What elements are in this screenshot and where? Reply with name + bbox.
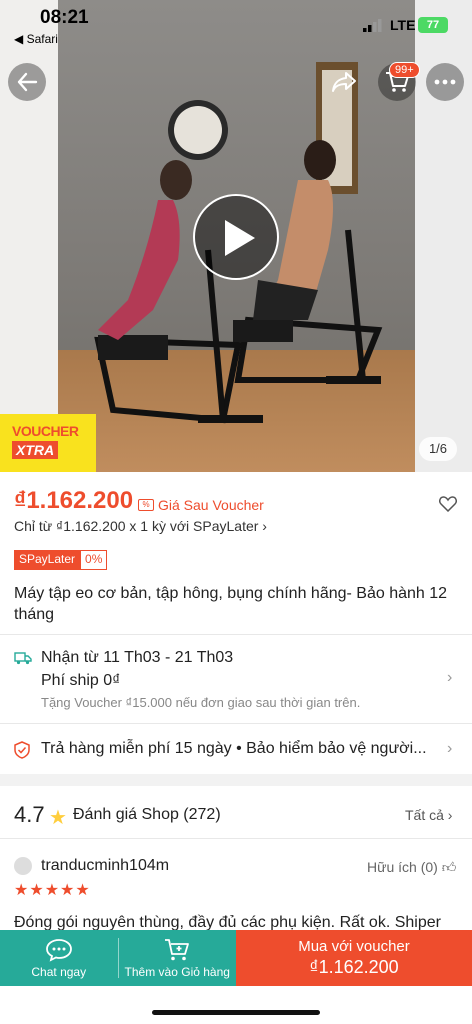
spaylater-badge: SPayLater 0% — [14, 550, 108, 570]
thumbs-up-icon: 👍︎ — [441, 859, 457, 875]
installment-link[interactable]: Chỉ từ ₫1.162.200 x 1 kỳ với SPayLater › — [14, 518, 267, 534]
back-to-app-link[interactable]: ◀ Safari — [14, 32, 58, 46]
chevron-right-icon: › — [447, 669, 453, 686]
more-icon — [434, 79, 456, 85]
more-options-button[interactable] — [426, 63, 464, 101]
chevron-right-icon: › — [447, 740, 453, 757]
product-title: Máy tập eo cơ bản, tập hông, bụng chính … — [14, 585, 448, 623]
chat-button[interactable]: Chat ngay — [0, 930, 118, 986]
reviewer-name: tranducminh104m — [41, 857, 170, 874]
share-icon — [332, 72, 356, 92]
home-indicator[interactable] — [152, 1010, 320, 1015]
shop-rating-label: Đánh giá Shop (272) — [73, 806, 221, 823]
secondary-actions: Chat ngay Thêm vào Giỏ hàng — [0, 930, 236, 986]
price-after-voucher-label: % Giá Sau Voucher — [138, 497, 264, 513]
add-to-cart-button[interactable]: Thêm vào Giỏ hàng — [119, 930, 237, 986]
section-separator — [0, 774, 472, 786]
voucher-tag-icon: % — [138, 499, 154, 511]
guarantee-text: Trả hàng miễn phí 15 ngày • Bảo hiểm bảo… — [41, 740, 427, 757]
add-cart-icon — [165, 938, 190, 960]
status-time: 08:21 — [40, 7, 89, 28]
chat-icon — [45, 938, 72, 962]
shop-rating-score: 4.7 — [14, 802, 45, 827]
see-all-reviews-link[interactable]: Tất cả › — [405, 807, 452, 823]
play-icon — [225, 220, 255, 256]
price-label-text: Giá Sau Voucher — [158, 497, 264, 513]
buy-price: ₫1.162.200 — [309, 957, 399, 977]
battery-indicator: 77 — [418, 17, 448, 33]
buy-label: Mua với voucher — [298, 938, 410, 955]
add-cart-label: Thêm vào Giỏ hàng — [124, 964, 230, 979]
late-delivery-voucher-note: Tặng Voucher ₫15.000 nếu đơn giao sau th… — [41, 695, 361, 710]
product-price: ₫1.162.200 — [14, 487, 134, 514]
reviewer-avatar — [14, 857, 32, 875]
helpful-button[interactable]: Hữu ích (0) 👍︎ — [367, 859, 456, 876]
share-button[interactable] — [325, 63, 363, 101]
shipping-fee: Phí ship 0₫ — [41, 672, 121, 689]
voucher-xtra-badge: VOUCHER XTRA — [0, 414, 96, 472]
wishlist-button[interactable] — [439, 496, 457, 517]
image-page-counter: 1/6 — [419, 437, 457, 461]
xtra-label: XTRA — [12, 441, 59, 459]
truck-icon — [14, 652, 32, 665]
star-icon: ★ — [49, 807, 67, 829]
shield-icon — [14, 741, 30, 759]
review-stars: ★★★★★ — [14, 882, 91, 899]
chat-label: Chat ngay — [31, 964, 87, 979]
helpful-label: Hữu ích (0) — [367, 859, 438, 875]
spaylater-rate: 0% — [80, 550, 108, 570]
play-video-button[interactable] — [193, 194, 279, 280]
status-bar: 08:21 ◀ Safari LTE 77 — [0, 0, 472, 50]
divider — [0, 838, 472, 839]
spaylater-name: SPayLater — [14, 550, 81, 570]
buy-with-voucher-button[interactable]: Mua với voucher ₫1.162.200 — [236, 930, 472, 986]
divider — [0, 634, 472, 635]
network-type: LTE — [390, 17, 416, 33]
back-button[interactable] — [8, 63, 46, 101]
cart-count-badge: 99+ — [389, 62, 420, 78]
voucher-label: VOUCHER — [12, 423, 79, 439]
delivery-date: Nhận từ 11 Th03 - 21 Th03 — [41, 649, 234, 666]
back-arrow-icon — [17, 72, 38, 92]
signal-icon — [363, 19, 382, 32]
heart-icon — [439, 496, 457, 513]
bottom-action-bar: Chat ngay Thêm vào Giỏ hàng Mua với vouc… — [0, 930, 472, 986]
divider — [0, 723, 472, 724]
